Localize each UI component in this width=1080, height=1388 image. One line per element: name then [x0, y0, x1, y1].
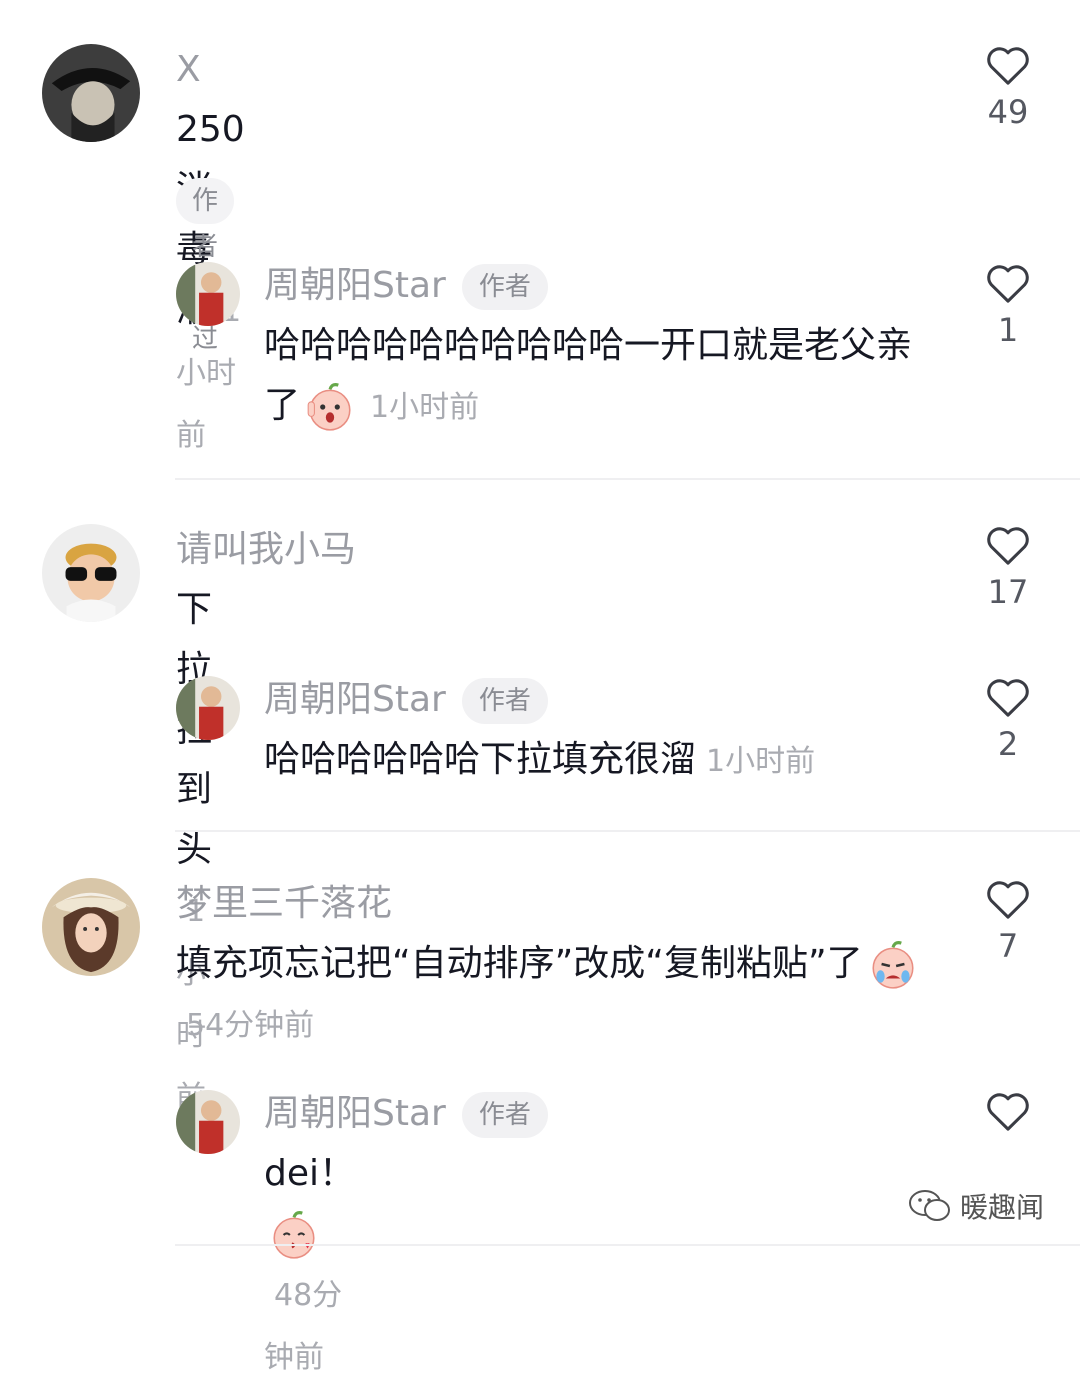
avatar[interactable]: [176, 1090, 240, 1154]
wechat-icon: [908, 1190, 950, 1221]
comment-body: 填充项忘记把“自动排序”改成“复制粘贴”了: [176, 943, 863, 984]
like-count: 2: [997, 725, 1019, 763]
shocked-peach-emoji: [304, 381, 356, 433]
reply-username[interactable]: 周朝阳Star 作者: [264, 264, 548, 310]
reply-username-text: 周朝阳Star: [264, 265, 446, 306]
like-button[interactable]: [968, 1090, 1048, 1138]
reply-body: dei！: [264, 1153, 356, 1194]
like-button[interactable]: 1: [968, 262, 1048, 350]
avatar[interactable]: [42, 44, 140, 142]
avatar[interactable]: [42, 878, 140, 976]
username[interactable]: 梦里三千落花: [176, 882, 392, 926]
reply-body: 哈哈哈哈哈哈哈哈哈哈一开口就是老父亲了: [264, 325, 913, 426]
like-button[interactable]: 17: [968, 524, 1048, 612]
reply-username[interactable]: 周朝阳Star 作者: [264, 678, 548, 724]
kiss-peach-emoji: [268, 1209, 320, 1261]
reply-time: 1小时前: [706, 744, 816, 779]
like-count: 49: [987, 93, 1029, 131]
like-button[interactable]: 49: [968, 44, 1048, 132]
like-button[interactable]: 2: [968, 676, 1048, 764]
reply-username-text: 周朝阳Star: [264, 679, 446, 720]
crying-peach-emoji: [867, 939, 919, 991]
avatar[interactable]: [176, 676, 240, 740]
username[interactable]: 请叫我小马: [176, 528, 356, 572]
divider: [175, 830, 1080, 832]
heart-icon: [987, 47, 1029, 85]
divider: [175, 478, 1080, 480]
heart-icon: [987, 1093, 1029, 1131]
watermark: 暖趣闻: [908, 1186, 1044, 1226]
reply-body: 哈哈哈哈哈哈下拉填充很溜: [264, 739, 697, 780]
avatar[interactable]: [42, 524, 140, 622]
like-count: 17: [987, 573, 1029, 611]
heart-icon: [987, 881, 1029, 919]
comment-time: 54分钟前: [186, 1008, 315, 1043]
like-button[interactable]: 7: [968, 878, 1048, 966]
author-tag: 作者: [461, 1092, 548, 1138]
reply-time: 1小时前: [370, 390, 480, 425]
watermark-text: 暖趣闻: [959, 1191, 1044, 1224]
reply-time: 48分钟前: [264, 1278, 343, 1375]
reply-text: 哈哈哈哈哈哈下拉填充很溜 1小时前: [264, 730, 944, 792]
heart-icon: [987, 679, 1029, 717]
heart-icon: [987, 265, 1029, 303]
heart-icon: [987, 527, 1029, 565]
reply-text: dei！ 48分钟前: [264, 1144, 355, 1388]
author-liked-badge: 作者赞过: [176, 178, 235, 354]
avatar[interactable]: [176, 262, 240, 326]
reply-username[interactable]: 周朝阳Star 作者: [264, 1092, 548, 1138]
username[interactable]: X: [176, 48, 201, 92]
reply-username-text: 周朝阳Star: [264, 1093, 446, 1134]
like-count: 1: [997, 311, 1019, 349]
author-tag: 作者: [461, 678, 548, 724]
comment-text: 填充项忘记把“自动排序”改成“复制粘贴”了 54分钟前: [176, 934, 936, 1056]
divider: [175, 1244, 1080, 1246]
like-count: 7: [997, 927, 1019, 965]
reply-text: 哈哈哈哈哈哈哈哈哈哈一开口就是老父亲了 1小时前: [264, 316, 924, 438]
author-tag: 作者: [461, 264, 548, 310]
